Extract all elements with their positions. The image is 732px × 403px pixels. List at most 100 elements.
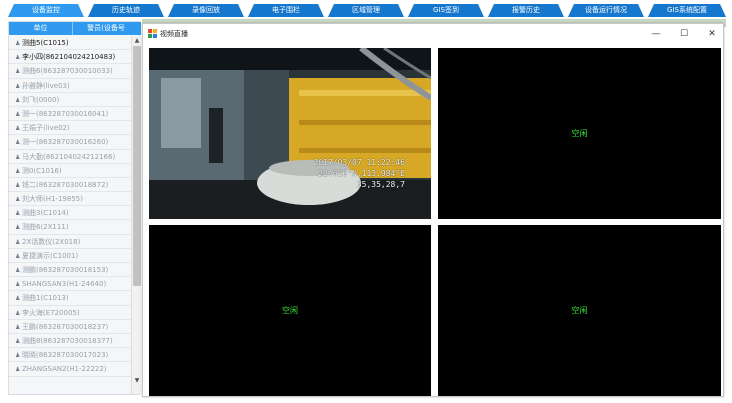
user-icon: ♟ bbox=[15, 252, 21, 260]
list-item[interactable]: ♟ 测曲5(C1015) bbox=[9, 36, 131, 51]
list-item[interactable]: ♟ 王鹏(863287030018237) bbox=[9, 320, 131, 334]
tab-history-track[interactable]: 历史轨迹 bbox=[88, 4, 164, 17]
list-item[interactable]: ♟ 测一(863287030016260) bbox=[9, 135, 131, 150]
user-icon: ♟ bbox=[15, 281, 21, 289]
tab-gis-checkin[interactable]: GIS签到 bbox=[408, 4, 484, 17]
list-item[interactable]: ♟ 测曲3(C1014) bbox=[9, 206, 131, 221]
video-channel-1[interactable]: 2017/03/07 11:22:46 22.626°N,113.984°E 3… bbox=[149, 48, 431, 219]
user-icon: ♟ bbox=[15, 366, 21, 374]
list-item[interactable]: ♟ 李小四(862104024210483) bbox=[9, 50, 131, 65]
video-live-window: 视频直播 — ☐ ✕ 2017/03/07 11:22:46 22.626°N,… bbox=[142, 23, 724, 397]
list-item[interactable]: ♟ 刘大师(H1-19855) bbox=[9, 192, 131, 207]
device-label: 王娟子(live02) bbox=[22, 124, 70, 133]
list-item[interactable]: ♟ 测曲6(2X111) bbox=[9, 220, 131, 235]
list-item[interactable]: ♟ SHANGSAN3(H1-24640) bbox=[9, 277, 131, 292]
window-title: 视频直播 bbox=[160, 30, 188, 38]
device-label: 2X话数仪(2X018) bbox=[22, 237, 81, 246]
scroll-thumb[interactable] bbox=[133, 46, 141, 286]
user-icon: ♟ bbox=[15, 309, 21, 317]
video-channel-4[interactable]: 空闲 bbox=[438, 225, 721, 396]
user-icon: ♟ bbox=[15, 224, 21, 232]
list-item[interactable]: ♟ 钱二(863287030018872) bbox=[9, 178, 131, 193]
scroll-down-icon[interactable]: ▼ bbox=[132, 376, 142, 385]
device-label: 孙雅静(live03) bbox=[22, 81, 70, 90]
list-item[interactable]: ♟ 测曲6(863287030010033) bbox=[9, 64, 131, 79]
video-grid: 2017/03/07 11:22:46 22.626°N,113.984°E 3… bbox=[143, 44, 723, 396]
main-nav: 设备监控 历史轨迹 录像回放 电子围栏 区域管理 GIS签到 报警历史 设备运行… bbox=[8, 4, 726, 18]
device-label: 李火海(E720005) bbox=[22, 308, 80, 317]
list-item[interactable]: ♟ 李火海(E720005) bbox=[9, 306, 131, 320]
user-icon: ♟ bbox=[15, 40, 21, 47]
device-label: 李小四(862104024210483) bbox=[22, 53, 116, 62]
list-item[interactable]: ♟ 测一(863287030016041) bbox=[9, 107, 131, 122]
column-unit[interactable]: 单位 bbox=[9, 22, 73, 35]
tab-alarm-history[interactable]: 报警历史 bbox=[488, 4, 564, 17]
video-channel-3[interactable]: 空闲 bbox=[149, 225, 431, 396]
tab-video-playback[interactable]: 录像回放 bbox=[168, 4, 244, 17]
device-label: 测鹏(863287030018153) bbox=[22, 266, 109, 274]
tab-device-status[interactable]: 设备运行情况 bbox=[568, 4, 644, 17]
list-item[interactable]: ♟ 夏捷演示(C1001) bbox=[9, 249, 131, 263]
list-item[interactable]: ♟ 孙雅静(live03) bbox=[9, 79, 131, 93]
list-item[interactable]: ♟ ZHANGSAN2(H1-22222) bbox=[9, 362, 131, 377]
osd-datetime: 2017/03/07 11:22:46 bbox=[313, 158, 405, 167]
device-list-header: 单位 警员(设备号 bbox=[9, 22, 141, 35]
user-icon: ♟ bbox=[15, 337, 21, 345]
device-list: ♟ 测曲5(C1015) ♟ 李小四(862104024210483) ♟ 测曲6(863… bbox=[9, 36, 131, 394]
user-icon: ♟ bbox=[15, 82, 21, 90]
device-label: 测一(863287030016041) bbox=[22, 109, 109, 118]
user-icon: ♟ bbox=[15, 238, 21, 246]
device-label: 刘大师(H1-19855) bbox=[22, 195, 83, 204]
device-label: 测曲8(863287030018377) bbox=[22, 336, 113, 345]
list-item[interactable]: ♟ 测鹏(863287030018153) bbox=[9, 263, 131, 278]
user-icon: ♟ bbox=[15, 54, 21, 62]
maximize-icon[interactable]: ☐ bbox=[677, 27, 691, 41]
user-icon: ♟ bbox=[15, 139, 21, 147]
device-list-panel: 单位 警员(设备号 ♟ 测曲5(C1015) ♟ 李小四(86210402421048… bbox=[8, 21, 141, 395]
column-officer-device[interactable]: 警员(设备号 bbox=[73, 22, 139, 35]
device-label: 晓晓(863287030017023) bbox=[22, 351, 109, 360]
device-label: 测曲6(863287030010033) bbox=[22, 67, 113, 76]
list-item[interactable]: ♟ 晓晓(863287030017023) bbox=[9, 348, 131, 363]
app-icon bbox=[148, 29, 157, 38]
scroll-up-icon[interactable]: ▲ bbox=[132, 36, 142, 45]
tab-device-monitor[interactable]: 设备监控 bbox=[8, 4, 84, 17]
idle-label: 空闲 bbox=[282, 306, 298, 315]
device-label: 测一(863287030016260) bbox=[22, 138, 109, 147]
device-label: 钱二(863287030018872) bbox=[22, 180, 109, 189]
device-label: 测曲5(C1015) bbox=[22, 39, 69, 47]
tab-area-management[interactable]: 区域管理 bbox=[328, 4, 404, 17]
list-item[interactable]: ♟ 王娟子(live02) bbox=[9, 121, 131, 136]
device-label: 王鹏(863287030018237) bbox=[22, 322, 109, 331]
list-item[interactable]: ♟ 2X话数仪(2X018) bbox=[9, 235, 131, 249]
list-item[interactable]: ♟ 测曲8(863287030018377) bbox=[9, 334, 131, 349]
device-list-scrollbar[interactable]: ▲ ▼ bbox=[131, 36, 141, 394]
list-item[interactable]: ♟ 测曲1(C1013) bbox=[9, 291, 131, 306]
device-label: 测曲6(2X111) bbox=[22, 223, 69, 232]
user-icon: ♟ bbox=[15, 181, 21, 189]
device-label: 测曲3(C1014) bbox=[22, 209, 69, 218]
device-label: 测曲1(C1013) bbox=[22, 294, 69, 303]
list-item[interactable]: ♟ 马大勤(862104024212166) bbox=[9, 150, 131, 164]
user-icon: ♟ bbox=[15, 110, 21, 118]
video-channel-2[interactable]: 空闲 bbox=[438, 48, 721, 219]
close-icon[interactable]: ✕ bbox=[705, 27, 719, 41]
list-item[interactable]: ♟ 测0(C1016) bbox=[9, 164, 131, 178]
user-icon: ♟ bbox=[15, 125, 21, 133]
device-label: 马大勤(862104024212166) bbox=[22, 152, 116, 161]
window-titlebar[interactable]: 视频直播 — ☐ ✕ bbox=[143, 24, 723, 44]
live-video-frame bbox=[149, 48, 431, 219]
tab-geofence[interactable]: 电子围栏 bbox=[248, 4, 324, 17]
user-icon: ♟ bbox=[15, 352, 21, 360]
device-label: 测0(C1016) bbox=[22, 166, 62, 175]
idle-label: 空闲 bbox=[571, 306, 588, 315]
osd-coordinates: 22.626°N,113.984°E bbox=[318, 169, 405, 178]
user-icon: ♟ bbox=[15, 96, 21, 104]
tab-gis-config[interactable]: GIS系统配置 bbox=[648, 4, 726, 17]
minimize-icon[interactable]: — bbox=[649, 27, 663, 41]
user-icon: ♟ bbox=[15, 68, 21, 76]
device-label: SHANGSAN3(H1-24640) bbox=[22, 280, 107, 289]
user-icon: ♟ bbox=[15, 167, 21, 175]
list-item[interactable]: ♟ 刘飞(0000) bbox=[9, 93, 131, 107]
device-label: 夏捷演示(C1001) bbox=[22, 251, 79, 260]
